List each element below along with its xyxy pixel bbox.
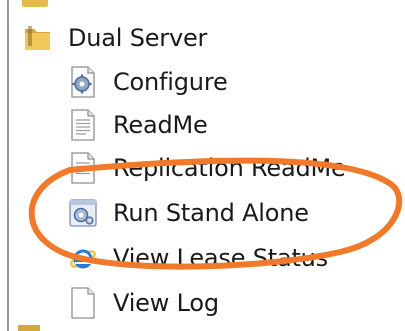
menu-item-replication-readme[interactable]: Replication ReadMe xyxy=(68,150,346,186)
menu-item-view-lease-status[interactable]: View Lease Status xyxy=(68,240,328,276)
folder-icon xyxy=(22,22,54,54)
folder-icon-partial xyxy=(18,325,40,331)
gear-app-icon xyxy=(68,196,98,230)
menu-item-run-stand-alone[interactable]: Run Stand Alone xyxy=(68,195,309,231)
blank-document-icon xyxy=(68,286,98,320)
folder-icon-partial xyxy=(22,0,48,7)
menu-item-label: Run Stand Alone xyxy=(113,199,309,227)
menu-item-label: Replication ReadMe xyxy=(113,154,346,182)
menu-item-readme[interactable]: ReadMe xyxy=(68,107,208,143)
folder-dual-server[interactable]: Dual Server xyxy=(22,20,207,56)
menu-item-label: Configure xyxy=(113,68,228,96)
gear-document-icon xyxy=(68,65,98,99)
menu-item-view-log[interactable]: View Log xyxy=(68,285,219,321)
text-document-icon xyxy=(68,108,98,142)
internet-explorer-icon xyxy=(68,241,98,275)
menu-item-configure[interactable]: Configure xyxy=(68,64,228,100)
menu-item-label: ReadMe xyxy=(113,111,208,139)
menu-item-label: View Log xyxy=(113,289,219,317)
folder-label: Dual Server xyxy=(68,24,208,52)
text-document-icon xyxy=(68,151,98,185)
tree-guide-line xyxy=(7,0,9,331)
menu-item-label: View Lease Status xyxy=(113,244,328,272)
